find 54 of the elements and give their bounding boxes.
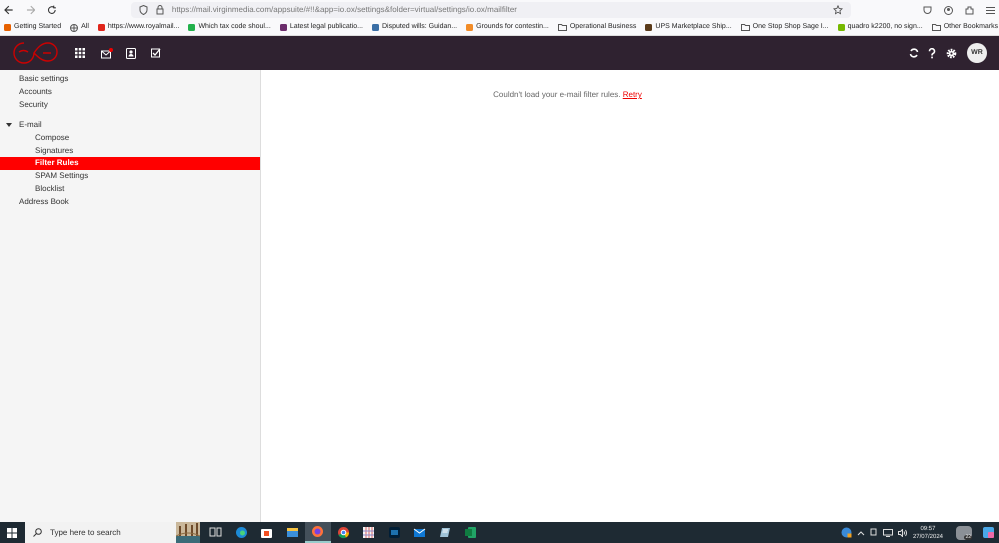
star-icon[interactable] — [833, 5, 844, 15]
extensions-icon[interactable] — [965, 6, 974, 14]
folder-icon — [740, 24, 750, 31]
sidebar-item[interactable]: Address Book — [0, 195, 260, 208]
sidebar-item[interactable]: Signatures — [0, 144, 260, 158]
back-icon[interactable] — [4, 5, 14, 15]
network-icon[interactable] — [870, 528, 878, 537]
task-view-icon — [209, 526, 222, 539]
chevron-up-icon[interactable] — [856, 530, 865, 536]
caret-icon[interactable] — [6, 123, 12, 128]
retry-link[interactable]: Retry — [622, 90, 642, 99]
sidebar-item[interactable]: SPAM Settings — [0, 170, 260, 182]
sidebar-item[interactable]: Accounts — [0, 86, 260, 98]
sidebar-item[interactable]: Filter Rules — [0, 157, 260, 170]
search-field[interactable]: Type here to search — [25, 522, 176, 543]
account-icon[interactable] — [944, 6, 954, 14]
notepad-icon — [438, 526, 452, 539]
excel-icon — [464, 526, 478, 539]
start-icon[interactable] — [7, 528, 17, 538]
menu-icon[interactable] — [986, 6, 996, 14]
store-icon — [260, 526, 274, 539]
search-icon — [33, 528, 42, 537]
folder-icon — [558, 24, 567, 31]
lock-icon — [156, 5, 164, 15]
photoshop-icon — [388, 526, 401, 539]
sidebar-item[interactable]: Basic settings — [0, 73, 260, 86]
help-badge-icon[interactable] — [840, 527, 852, 538]
mail-icon — [413, 526, 426, 539]
folder-icon — [286, 526, 299, 539]
chrome-icon — [336, 526, 350, 539]
mail-icon[interactable] — [101, 48, 113, 58]
firefox-icon — [311, 525, 324, 538]
refresh-icon[interactable] — [909, 48, 919, 58]
shield-icon — [138, 5, 148, 15]
grid-icon — [362, 526, 376, 539]
globe-icon — [70, 24, 78, 32]
address-bar[interactable]: https://mail.virginmedia.com/appsuite/#!!&app=io.ox/settings&folder=virtual/settings/io.ox/mailfilter — [130, 2, 852, 18]
monitor-icon[interactable] — [882, 528, 893, 536]
pocket-icon[interactable] — [923, 6, 932, 14]
edge-icon — [234, 526, 248, 539]
settings-icon[interactable] — [946, 48, 957, 58]
contacts-icon[interactable] — [126, 48, 136, 58]
sidebar-item[interactable]: E-mail — [0, 119, 260, 132]
reload-icon[interactable] — [47, 5, 57, 15]
tasks-icon[interactable] — [151, 48, 161, 58]
help-icon[interactable] — [928, 48, 936, 58]
error-message: Couldn't load your e-mail filter rules. Retry — [493, 89, 642, 99]
url-text: https://mail.virginmedia.com/appsuite/#!!&app=io.ox/settings&folder=virtual/settings/io.ox/mailfilter — [172, 4, 517, 16]
sidebar-item[interactable]: Security — [0, 98, 260, 112]
folder-icon — [932, 24, 941, 31]
apps-grid-icon[interactable] — [75, 48, 85, 58]
sidebar-item[interactable]: Compose — [0, 132, 260, 144]
speaker-icon[interactable] — [898, 528, 908, 536]
sidebar-item[interactable]: Blocklist — [0, 182, 260, 196]
